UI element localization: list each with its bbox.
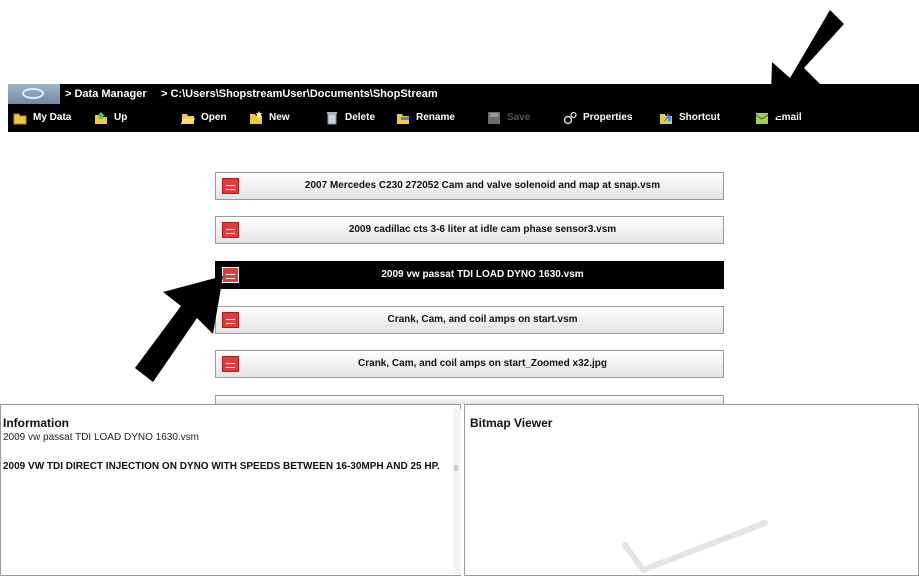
rename-button[interactable]: Rename (396, 110, 455, 126)
file-item-partial[interactable] (215, 395, 724, 404)
information-scrollbar[interactable] (453, 409, 461, 575)
trash-icon (327, 112, 337, 125)
file-name: Crank, Cam, and coil amps on start.vsm (387, 314, 578, 325)
new-label: New (269, 112, 290, 123)
properties-button[interactable]: Properties (563, 110, 632, 126)
information-panel: Information 2009 vw passat TDI LOAD DYNO… (0, 404, 461, 576)
breadcrumb-path: > C:\Users\ShopstreamUser\Documents\Shop… (161, 88, 438, 100)
information-filename: 2009 vw passat TDI LOAD DYNO 1630.vsm (3, 432, 200, 443)
bitmap-viewer-panel: Bitmap Viewer (464, 404, 919, 576)
open-folder-icon (181, 114, 195, 124)
up-label: Up (114, 112, 128, 123)
up-button[interactable]: Up (94, 110, 127, 126)
my-data-label: My Data (33, 112, 72, 123)
save-button[interactable]: Save (487, 110, 530, 126)
shortcut-button[interactable]: Shortcut (659, 110, 720, 126)
app-logo-icon[interactable] (8, 84, 60, 104)
save-icon (488, 112, 500, 124)
waveform-file-icon (222, 222, 239, 238)
file-item-selected[interactable]: 2009 vw passat TDI LOAD DYNO 1630.vsm (215, 261, 724, 289)
waveform-file-icon (222, 178, 239, 194)
open-button[interactable]: Open (181, 110, 227, 126)
information-title: Information (3, 416, 69, 430)
file-name: 2009 vw passat TDI LOAD DYNO 1630.vsm (381, 269, 584, 280)
bitmap-viewer-title: Bitmap Viewer (470, 416, 553, 430)
folder-up-icon (95, 112, 107, 124)
new-button[interactable]: New (249, 110, 290, 126)
breadcrumb-data-manager[interactable]: > Data Manager (65, 88, 147, 100)
file-item[interactable]: Crank, Cam, and coil amps on start.vsm (215, 306, 724, 334)
delete-label: Delete (345, 112, 376, 123)
file-item[interactable]: 2007 Mercedes C230 272052 Cam and valve … (215, 172, 724, 200)
folder-icon (13, 113, 27, 125)
file-item[interactable]: 2009 cadillac cts 3-6 liter at idle cam … (215, 216, 724, 244)
arrow-pointer-icon (135, 276, 223, 382)
file-name: 2007 Mercedes C230 272052 Cam and valve … (304, 180, 661, 191)
save-label: Save (507, 112, 531, 123)
my-data-button[interactable]: My Data (13, 110, 71, 126)
rename-icon (397, 114, 409, 124)
checkmark-placeholder-icon (622, 520, 768, 573)
file-name: Crank, Cam, and coil amps on start_Zoome… (358, 358, 607, 369)
rename-label: Rename (416, 112, 455, 123)
properties-label: Properties (583, 112, 633, 123)
new-folder-icon (250, 111, 262, 124)
arrow-pointer-icon (770, 10, 844, 122)
shortcut-label: Shortcut (679, 112, 721, 123)
gear-icon (563, 111, 577, 125)
delete-button[interactable]: Delete (325, 110, 375, 126)
scroll-thumb[interactable] (454, 465, 458, 471)
file-name: 2009 cadillac cts 3-6 liter at idle cam … (348, 224, 617, 235)
shortcut-icon (660, 113, 672, 124)
file-item[interactable]: Crank, Cam, and coil amps on start_Zoome… (215, 350, 724, 378)
open-label: Open (201, 112, 227, 123)
information-description: 2009 VW TDI DIRECT INJECTION ON DYNO WIT… (3, 461, 440, 472)
